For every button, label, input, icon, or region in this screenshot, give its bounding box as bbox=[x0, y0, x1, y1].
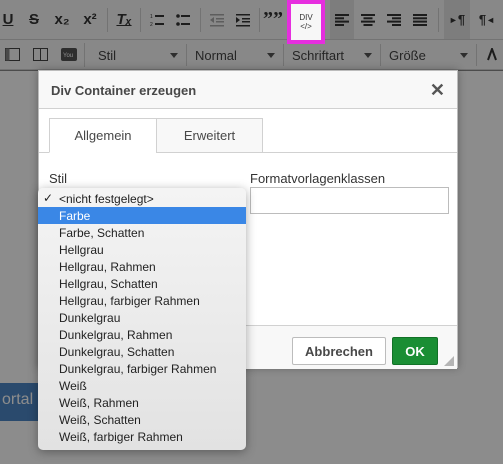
formatvorlagenklassen-label: Formatvorlagenklassen bbox=[250, 171, 386, 186]
stil-label: Stil bbox=[49, 171, 68, 186]
dropdown-option[interactable]: ✓ <nicht festgelegt> bbox=[38, 190, 246, 207]
close-icon[interactable]: ✕ bbox=[430, 80, 445, 101]
dropdown-option-label: Farbe, Schatten bbox=[59, 225, 145, 240]
create-div-button[interactable]: DIV </> bbox=[287, 0, 325, 44]
dropdown-option-label: Weiß, Schatten bbox=[59, 412, 141, 427]
cancel-button[interactable]: Abbrechen bbox=[292, 337, 386, 365]
formatvorlagenklassen-input[interactable] bbox=[250, 187, 449, 214]
dropdown-option[interactable]: Farbe, Schatten bbox=[38, 224, 246, 241]
dropdown-option-label: Hellgrau bbox=[59, 242, 104, 257]
dropdown-option-label: Dunkelgrau, farbiger Rahmen bbox=[59, 361, 217, 376]
dropdown-option-label: Weiß bbox=[59, 378, 87, 393]
dialog-title: Div Container erzeugen bbox=[51, 83, 197, 98]
dropdown-option-label: Weiß, farbiger Rahmen bbox=[59, 429, 183, 444]
dropdown-option[interactable]: Hellgrau, Schatten bbox=[38, 275, 246, 292]
div-icon-label-bottom: </> bbox=[300, 22, 312, 31]
dropdown-option[interactable]: Weiß bbox=[38, 377, 246, 394]
dropdown-option[interactable]: Hellgrau bbox=[38, 241, 246, 258]
dropdown-option-label: Weiß, Rahmen bbox=[59, 395, 139, 410]
dropdown-option-label: Dunkelgrau, Rahmen bbox=[59, 327, 173, 342]
dropdown-option-label: <nicht festgelegt> bbox=[59, 191, 154, 206]
checkmark-icon: ✓ bbox=[43, 191, 54, 205]
dropdown-option-label: Hellgrau, farbiger Rahmen bbox=[59, 293, 200, 308]
dialog-title-bar: Div Container erzeugen ✕ bbox=[39, 71, 457, 109]
div-container-icon: DIV </> bbox=[299, 13, 312, 31]
dropdown-option[interactable]: Weiß, farbiger Rahmen bbox=[38, 428, 246, 445]
ok-button[interactable]: OK bbox=[392, 337, 438, 365]
dropdown-option-label: Dunkelgrau, Schatten bbox=[59, 344, 175, 359]
dropdown-option-label: Hellgrau, Rahmen bbox=[59, 259, 156, 274]
dropdown-option[interactable]: Weiß, Schatten bbox=[38, 411, 246, 428]
stil-dropdown-list: ✓ <nicht festgelegt> Farbe Farbe, Schatte… bbox=[38, 188, 246, 450]
dropdown-option[interactable]: Hellgrau, farbiger Rahmen bbox=[38, 292, 246, 309]
dropdown-option[interactable]: Dunkelgrau, farbiger Rahmen bbox=[38, 360, 246, 377]
dropdown-option-highlighted[interactable]: Farbe bbox=[38, 207, 246, 224]
dropdown-option-label: Farbe bbox=[59, 208, 91, 223]
dropdown-option-label: Dunkelgrau bbox=[59, 310, 121, 325]
tab-allgemein[interactable]: Allgemein bbox=[49, 118, 157, 153]
dropdown-option[interactable]: Hellgrau, Rahmen bbox=[38, 258, 246, 275]
resize-handle[interactable] bbox=[444, 356, 454, 366]
tab-erweitert[interactable]: Erweitert bbox=[156, 118, 263, 153]
dialog-tabs: Allgemein Erweitert bbox=[39, 109, 457, 153]
dropdown-option[interactable]: Dunkelgrau, Schatten bbox=[38, 343, 246, 360]
dropdown-option-label: Hellgrau, Schatten bbox=[59, 276, 158, 291]
dropdown-option[interactable]: Dunkelgrau, Rahmen bbox=[38, 326, 246, 343]
div-icon-label-top: DIV bbox=[299, 13, 313, 22]
dropdown-option[interactable]: Dunkelgrau bbox=[38, 309, 246, 326]
dropdown-option[interactable]: Weiß, Rahmen bbox=[38, 394, 246, 411]
